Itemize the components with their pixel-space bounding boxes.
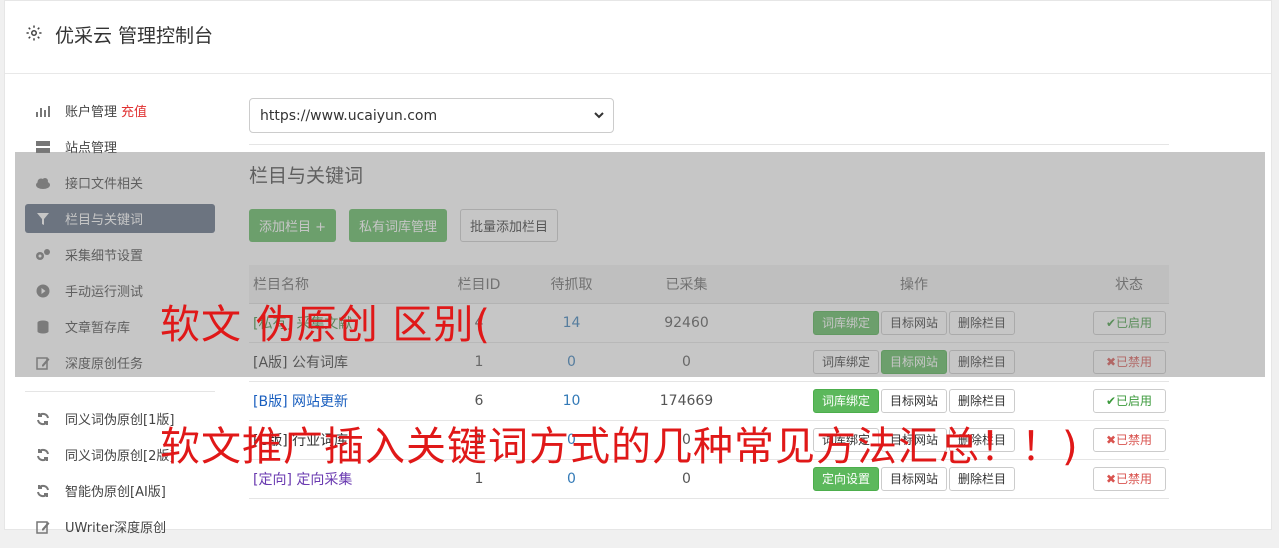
target-site-button[interactable]: 目标网站 <box>880 388 947 413</box>
lexicon-bind-button[interactable]: 词库绑定 <box>812 388 879 413</box>
refresh-icon <box>35 411 51 427</box>
sidebar-item-label: UWriter深度原创 <box>65 521 167 536</box>
sidebar-item-label: 同义词伪原创[2版] <box>65 449 175 464</box>
status-badge[interactable]: ✔已启用 <box>1092 388 1166 413</box>
bar-chart-icon <box>35 103 51 119</box>
watermark-line-1: 软文 伪原创 区别( <box>160 302 492 348</box>
header: 优采云 管理控制台 <box>5 1 1271 74</box>
status-cell: ✖已禁用 <box>1089 420 1169 460</box>
gear-icon <box>26 25 42 41</box>
refresh-icon <box>35 483 51 499</box>
sidebar-item-label: 智能伪原创[AI版] <box>65 485 166 500</box>
sidebar-item-label: 账户管理 <box>65 105 118 120</box>
sidebar-item-account[interactable]: 账户管理 充值 <box>25 96 215 125</box>
sidebar-item-uwriter[interactable]: UWriter深度原创 <box>25 512 215 541</box>
sidebar-item-label: 同义词伪原创[1版] <box>65 413 175 428</box>
divider <box>249 144 1169 145</box>
recharge-link[interactable]: 充值 <box>121 101 147 120</box>
delete-column-button[interactable]: 删除栏目 <box>949 388 1016 413</box>
chevron-down-icon <box>594 112 604 119</box>
sidebar-divider <box>25 391 215 392</box>
sidebar-item-ai-rewrite[interactable]: 智能伪原创[AI版] <box>25 476 215 505</box>
watermark-line-2: 软文推广插入关键词方式的几种常见方法汇总！！) <box>160 424 1079 470</box>
page-title: 优采云 管理控制台 <box>55 25 214 47</box>
status-badge[interactable]: ✖已禁用 <box>1092 427 1166 452</box>
edit-icon <box>35 519 51 535</box>
site-select[interactable]: https://www.ucaiyun.com <box>249 98 614 133</box>
site-select-value: https://www.ucaiyun.com <box>260 108 438 124</box>
status-cell: ✖已禁用 <box>1089 459 1169 499</box>
status-cell: ✔已启用 <box>1089 381 1169 421</box>
status-badge[interactable]: ✖已禁用 <box>1092 466 1166 491</box>
refresh-icon <box>35 447 51 463</box>
